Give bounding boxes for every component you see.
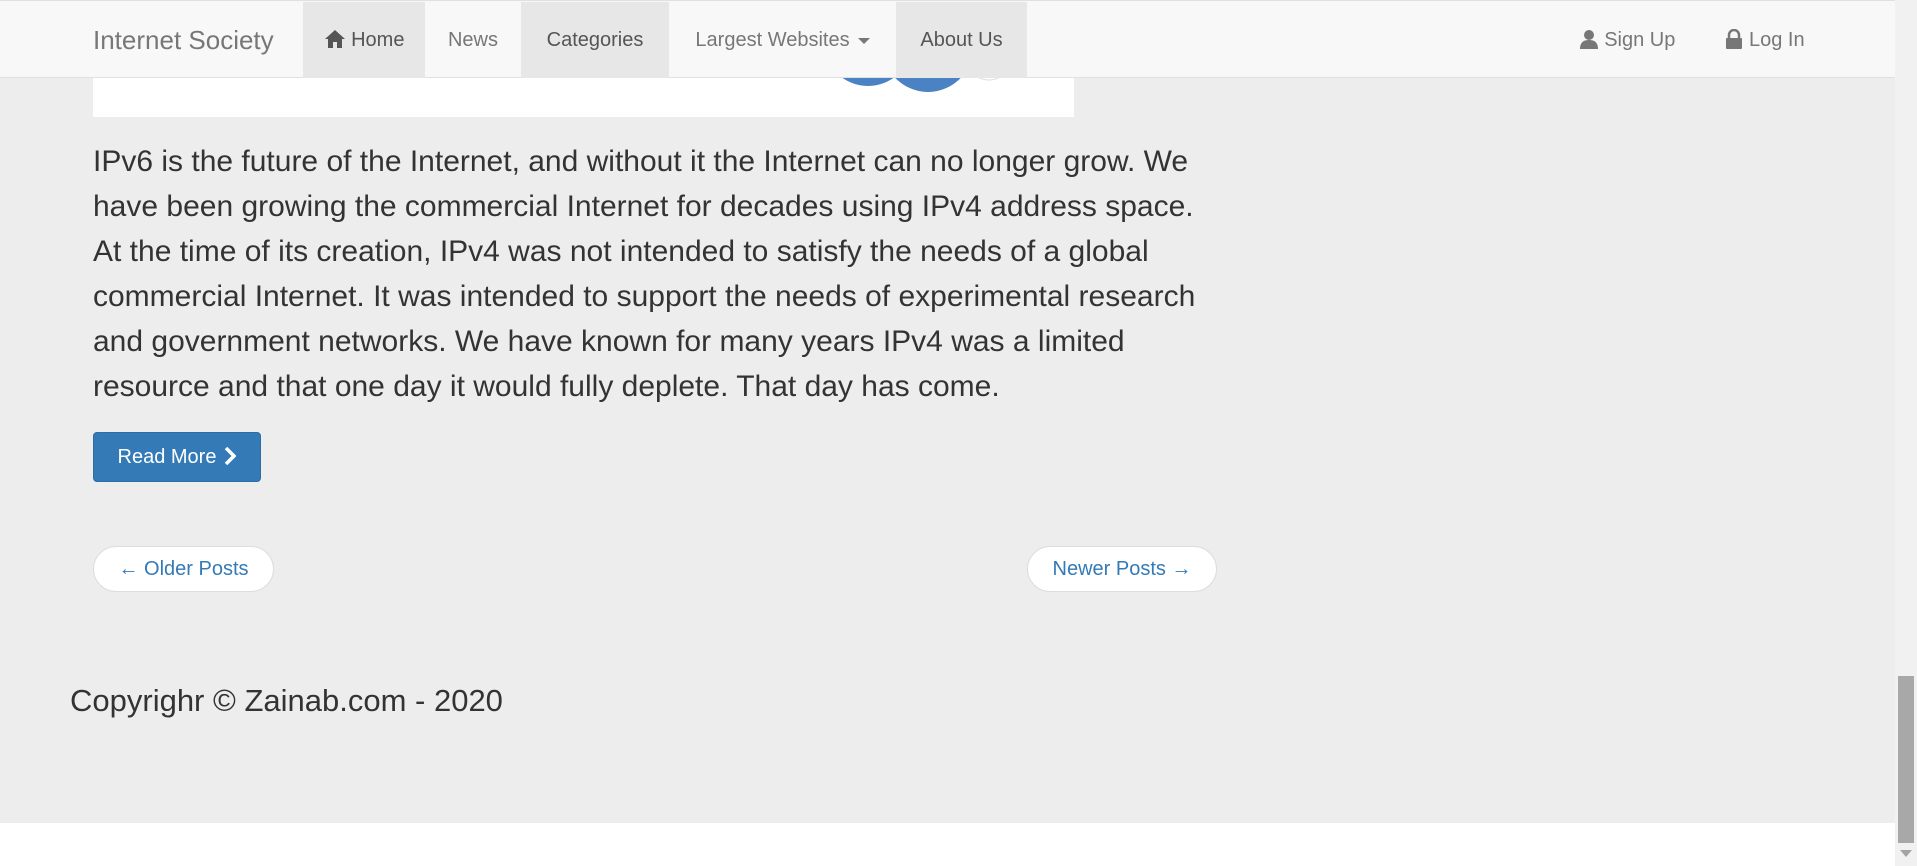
navbar: Internet Society Home News Categories La…: [0, 0, 1895, 78]
nav-about-us-label: About Us: [920, 29, 1003, 51]
chevron-right-icon: [216, 446, 237, 468]
nav-news[interactable]: News: [425, 2, 521, 78]
scrollbar-thumb[interactable]: [1898, 676, 1914, 843]
nav-home[interactable]: Home: [303, 2, 425, 78]
nav-largest-websites-label: Largest Websites: [695, 29, 850, 51]
nav-news-label: News: [447, 29, 498, 51]
brand-link[interactable]: Internet Society: [93, 1, 274, 79]
lock-icon: [1725, 28, 1749, 51]
nav-about-us[interactable]: About Us: [896, 2, 1027, 78]
nav-sign-up[interactable]: Sign Up: [1567, 2, 1687, 78]
nav-categories-label: Categories: [546, 29, 644, 51]
older-posts-button[interactable]: ← Older Posts: [93, 546, 274, 592]
home-icon: [324, 29, 352, 51]
nav-home-label: Home: [351, 29, 405, 51]
nav-sign-up-label: Sign Up: [1604, 29, 1676, 51]
read-more-label: Read More: [117, 446, 217, 468]
newer-posts-button[interactable]: Newer Posts →: [1027, 546, 1217, 592]
post-excerpt: IPv6 is the future of the Internet, and …: [93, 145, 1196, 403]
read-more-button[interactable]: Read More: [93, 432, 261, 482]
footer-copyright: Copyrighr © Zainab.com - 2020: [70, 683, 503, 718]
nav-log-in-label: Log In: [1748, 29, 1805, 51]
vertical-scrollbar[interactable]: [1895, 0, 1917, 866]
caret-down-icon: [857, 37, 870, 44]
user-icon: [1579, 29, 1605, 51]
page: Internet Society Home News Categories La…: [0, 0, 1895, 823]
nav-categories[interactable]: Categories: [521, 2, 669, 78]
scroll-down-arrow-icon[interactable]: [1900, 850, 1912, 857]
nav-log-in[interactable]: Log In: [1710, 2, 1820, 78]
nav-largest-websites[interactable]: Largest Websites: [669, 2, 896, 78]
